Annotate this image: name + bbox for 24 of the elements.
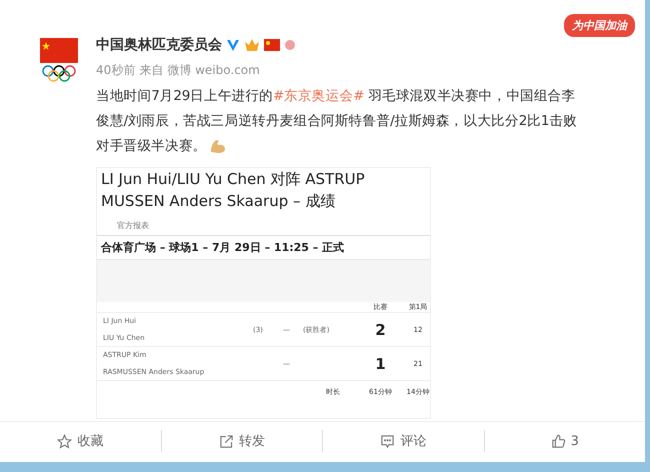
avatar-logo[interactable] [40, 38, 78, 82]
flag-icon [264, 39, 280, 51]
comment-button[interactable]: 评论 [323, 430, 484, 452]
post-time: 40秒前 [96, 62, 136, 79]
star-icon [57, 434, 72, 448]
share-button[interactable]: 转发 [162, 430, 323, 452]
verified-icon [226, 38, 240, 52]
document-title: LI Jun Hui/LIU Yu Chen 对阵 ASTRUP [100, 169, 366, 190]
flexed-arm-icon [209, 138, 228, 154]
match-score: 2 [374, 320, 387, 338]
document-title: MUSSEN Anders Skaarup – 成绩 [100, 191, 336, 212]
source-link[interactable]: 微博 weibo.com [167, 62, 260, 79]
source-label: 来自 [139, 62, 164, 79]
crown-icon [244, 38, 260, 52]
star-button[interactable]: 收藏 [0, 430, 162, 452]
author-name[interactable]: 中国奥林匹克委员会 [96, 36, 222, 54]
post-text: 当地时间7月29日上午进行的#东京奥运会# 羽毛球混双半决赛中，中国组合李俊慧/刘雨辰，苦战三局逆转丹麦组合阿斯特鲁普/拉斯姆森，以大比分2比1击败对手晋级半决赛。 [96, 87, 578, 156]
thumbs-up-icon [550, 434, 566, 448]
like-button[interactable]: 3 [484, 430, 645, 452]
share-icon [218, 434, 234, 448]
cheer-sticker: 为中国加油 [564, 14, 635, 37]
comment-icon [380, 434, 396, 448]
badge-icon [284, 39, 296, 51]
match-score: 1 [374, 354, 387, 372]
